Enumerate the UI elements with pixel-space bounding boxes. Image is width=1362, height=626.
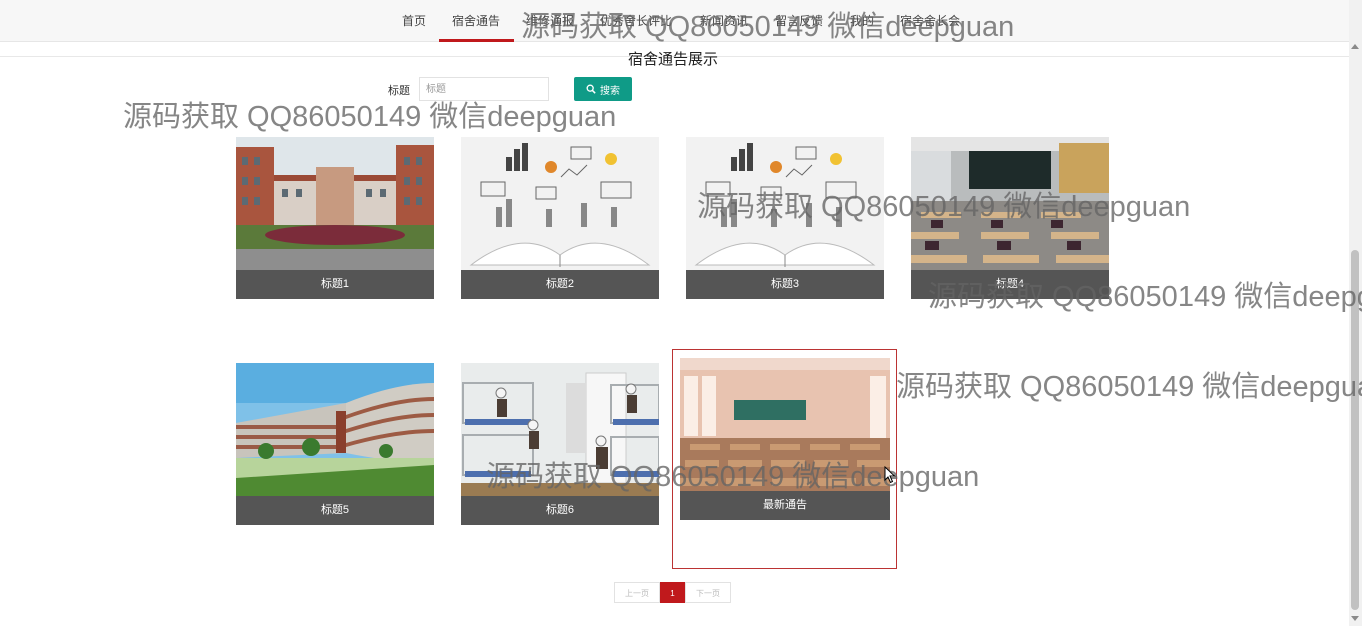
scroll-up-arrow-icon[interactable] xyxy=(1351,44,1359,49)
page-title: 宿舍通告展示 xyxy=(627,51,718,68)
anime-classroom-image xyxy=(680,358,890,491)
pagination-prev[interactable]: 上一页 xyxy=(614,582,660,603)
scroll-thumb[interactable] xyxy=(1351,250,1359,610)
nav-item-repair-notice[interactable]: 维修通报 xyxy=(526,0,574,41)
courtyard-image xyxy=(236,363,434,496)
classroom-image xyxy=(911,137,1109,270)
notice-card[interactable]: 标题6 xyxy=(461,363,659,525)
nav-item-dorm-notice[interactable]: 宿舍通告 xyxy=(438,0,515,42)
notice-card[interactable]: 标题4 xyxy=(911,137,1109,299)
search-icon xyxy=(586,84,596,94)
pagination-current-page[interactable]: 1 xyxy=(660,582,685,603)
scrollbar[interactable] xyxy=(1349,0,1362,626)
card-title: 标题2 xyxy=(461,270,659,299)
notice-card[interactable]: 标题3 xyxy=(686,137,884,299)
campus-image xyxy=(236,137,434,270)
notice-card[interactable]: 标题2 xyxy=(461,137,659,299)
card-title: 最新通告 xyxy=(680,491,890,520)
nav-item-home[interactable]: 首页 xyxy=(402,0,426,41)
card-title: 标题5 xyxy=(236,496,434,525)
card-title: 标题6 xyxy=(461,496,659,525)
mouse-cursor-icon xyxy=(884,466,896,484)
notice-card[interactable]: 标题1 xyxy=(236,137,434,299)
card-title: 标题1 xyxy=(236,270,434,299)
book-illustration xyxy=(686,137,884,270)
search-input[interactable] xyxy=(419,77,549,101)
search-button[interactable]: 搜索 xyxy=(574,77,632,101)
nav-item-leader-meeting[interactable]: 宿舍舍长会 xyxy=(900,0,960,41)
card-title: 标题3 xyxy=(686,270,884,299)
watermark-text: 源码获取 QQ86050149 微信deepguan xyxy=(896,371,1362,403)
notice-card[interactable]: 标题5 xyxy=(236,363,434,525)
nav-item-leader-review[interactable]: 优秀舍长评比 xyxy=(600,0,672,41)
card-title: 标题4 xyxy=(911,270,1109,299)
pagination-next[interactable]: 下一页 xyxy=(685,582,731,603)
nav-item-feedback[interactable]: 留言反馈 xyxy=(775,0,823,41)
nav-item-news[interactable]: 新闻资讯 xyxy=(700,0,748,41)
notice-card[interactable]: 最新通告 xyxy=(680,358,890,520)
search-button-label: 搜索 xyxy=(600,85,620,97)
book-illustration xyxy=(461,137,659,270)
top-nav: 首页 宿舍通告 维修通报 优秀舍长评比 新闻资讯 留言反馈 我的 宿舍舍长会 xyxy=(0,0,1349,42)
search-label: 标题 xyxy=(388,85,410,97)
nav-item-mine[interactable]: 我的 xyxy=(850,0,874,41)
scroll-down-arrow-icon[interactable] xyxy=(1351,616,1359,621)
dormitory-image xyxy=(461,363,659,496)
